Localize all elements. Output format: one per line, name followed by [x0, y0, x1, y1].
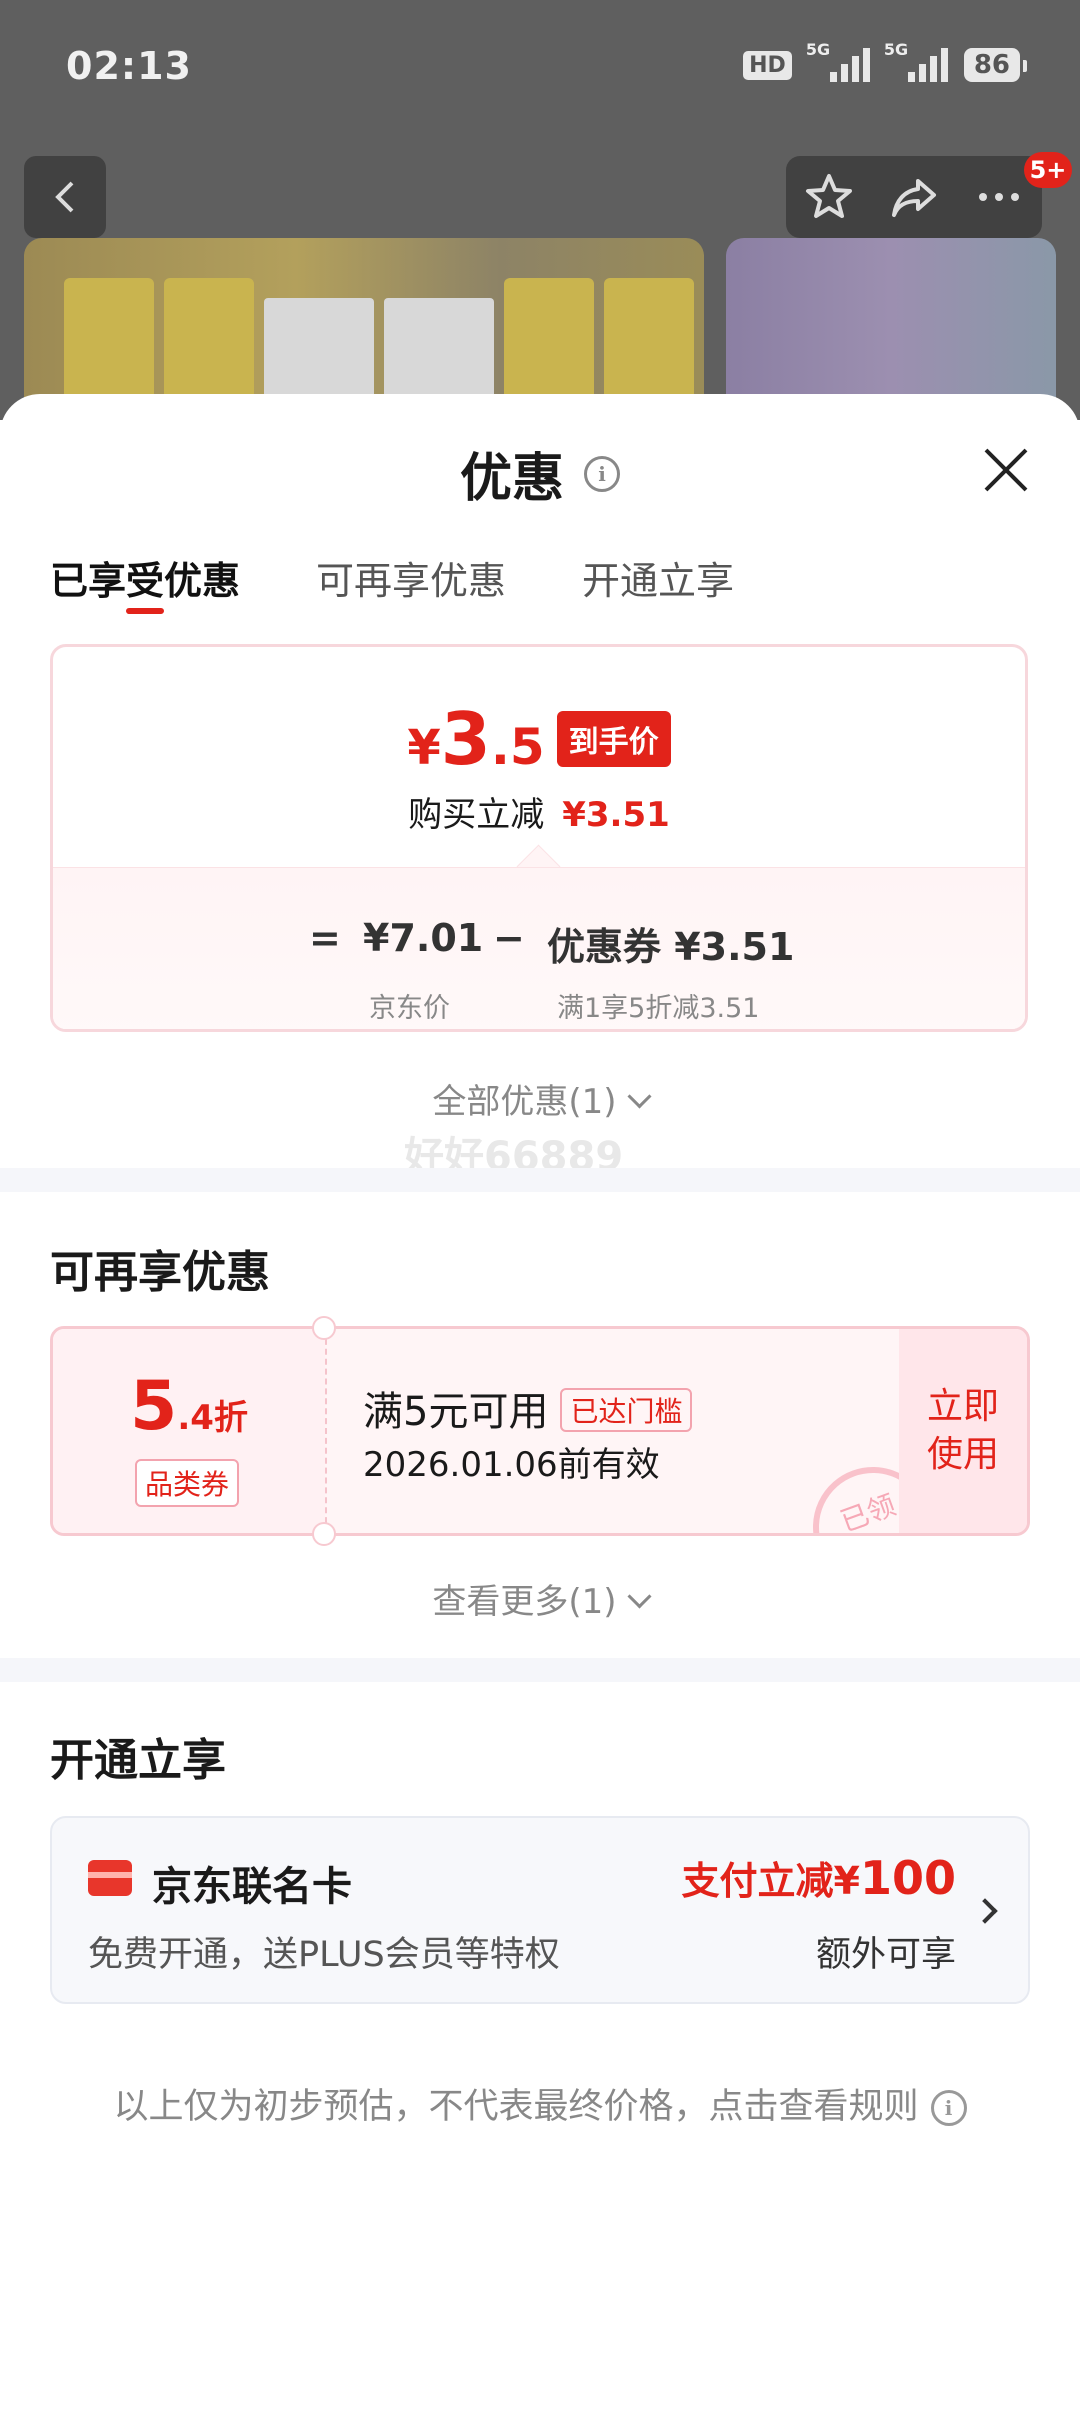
- share-icon[interactable]: [888, 171, 940, 223]
- open-offers-title: 开通立享: [50, 1735, 226, 1786]
- info-icon: i: [930, 2090, 967, 2126]
- signal-5g-icon: 5G: [884, 40, 948, 82]
- coupon-notch-top: [312, 1316, 336, 1340]
- hd-icon: HD: [743, 50, 792, 80]
- saving-label: 购买立减: [408, 795, 545, 835]
- see-more-label: 查看更多(1): [432, 1582, 617, 1622]
- star-icon[interactable]: [803, 171, 855, 223]
- signal-label: 5G: [883, 40, 909, 59]
- tab-more-offers[interactable]: 可再享优惠: [316, 550, 506, 605]
- signal-5g-icon: 5G: [806, 40, 870, 82]
- coupon-validity: 2026.01.06前有效: [363, 1445, 660, 1485]
- price-calculation: = ¥7.01 − 优惠券 ¥3.51 京东价 满1享5折减3.51: [53, 867, 1025, 1029]
- card-desc: 免费开通，送PLUS会员等特权: [88, 1935, 560, 1975]
- base-price: ¥7.01: [363, 916, 484, 960]
- active-tab-indicator: [126, 608, 164, 614]
- see-more-link[interactable]: 查看更多(1): [0, 1574, 1080, 1623]
- coupon-condition-text: 满5元可用: [363, 1389, 549, 1435]
- saving-value: ¥3.51: [562, 795, 670, 835]
- background-page: 02:13 HD 5G 5G 86 5+: [0, 0, 1080, 420]
- category-coupon[interactable]: 5.4折 品类券 满5元可用 已达门槛 2026.01.06前有效 已领 立即 使用: [50, 1326, 1030, 1536]
- coupon-deduction: 优惠券 ¥3.51: [547, 925, 795, 969]
- section-divider: [0, 1168, 1080, 1192]
- tab-open-enjoy[interactable]: 开通立享: [582, 550, 734, 605]
- top-actions: [786, 156, 1042, 238]
- tab-bar: 已享受优惠 可再享优惠 开通立享: [0, 504, 1080, 604]
- info-icon[interactable]: i: [584, 455, 620, 492]
- card-name: 京东联名卡: [152, 1864, 352, 1910]
- chevron-down-icon: [627, 1084, 652, 1109]
- coupon-deduction-label: 满1享5折减3.51: [557, 993, 760, 1024]
- section-divider: [0, 1658, 1080, 1682]
- saving-line: 购买立减 ¥3.51: [53, 787, 1025, 836]
- disclaimer-text: 以上仅为初步预估，不代表最终价格，点击查看规则: [113, 2087, 919, 2127]
- use-now-line1: 立即: [926, 1386, 999, 1427]
- chevron-down-icon: [627, 1584, 652, 1609]
- back-arrow-icon: [55, 181, 74, 213]
- threshold-met-badge: 已达门槛: [560, 1388, 693, 1432]
- disclaimer[interactable]: 以上仅为初步预估，不代表最终价格，点击查看规则 i: [0, 2078, 1080, 2129]
- status-bar: 02:13 HD 5G 5G 86: [0, 0, 1080, 140]
- tab-enjoyed[interactable]: 已享受优惠: [50, 550, 240, 605]
- close-icon[interactable]: [978, 442, 1034, 498]
- card-promo: 支付立减¥100: [682, 1850, 956, 1905]
- coupon-type-badge: 品类券: [135, 1459, 240, 1507]
- base-price-label: 京东价: [369, 993, 450, 1024]
- all-offers-link[interactable]: 全部优惠(1): [0, 1074, 1080, 1123]
- coupon-condition: 满5元可用 已达门槛: [363, 1379, 693, 1437]
- product-image-main: [24, 238, 704, 420]
- card-promo-amount: 100: [859, 1851, 956, 1905]
- coupon-notch-bottom: [312, 1522, 336, 1546]
- all-offers-label: 全部优惠(1): [432, 1082, 617, 1122]
- back-button[interactable]: [24, 156, 106, 238]
- final-price: ¥3.5 到手价: [53, 697, 1025, 781]
- currency-symbol: ¥: [407, 720, 441, 776]
- sheet-header: 优惠 i: [0, 394, 1080, 509]
- use-now-line2: 使用: [926, 1434, 999, 1475]
- final-price-tag: 到手价: [556, 711, 671, 767]
- equals-sign: =: [309, 916, 341, 960]
- message-badge: 5+: [1024, 152, 1072, 188]
- status-icons: HD 5G 5G 86: [743, 40, 1028, 82]
- minus-sign: −: [493, 916, 525, 960]
- card-promo-prefix: 支付立减¥: [681, 1859, 860, 1903]
- jd-co-brand-card-offer[interactable]: 京东联名卡 免费开通，送PLUS会员等特权 支付立减¥100 额外可享: [50, 1816, 1030, 2004]
- coupon-discount-big: 5: [130, 1367, 178, 1446]
- price-decimal: .5: [490, 718, 545, 776]
- status-time: 02:13: [66, 44, 192, 88]
- coupon-discount-small: .4折: [177, 1398, 248, 1438]
- signal-label: 5G: [805, 40, 831, 59]
- use-now-button[interactable]: 立即 使用: [899, 1329, 1027, 1533]
- battery-icon: 86: [963, 48, 1028, 82]
- card-icon: [88, 1860, 132, 1896]
- chevron-right-icon: [972, 1898, 998, 1924]
- more-dots-icon[interactable]: [973, 171, 1025, 223]
- coupon-discount: 5.4折: [53, 1367, 325, 1446]
- card-extra: 额外可享: [815, 1935, 956, 1975]
- sheet-title: 优惠: [459, 449, 564, 509]
- more-offers-title: 可再享优惠: [50, 1247, 270, 1298]
- price-integer: 3: [440, 697, 491, 781]
- product-image-secondary: [726, 238, 1056, 420]
- price-breakdown-card: ¥3.5 到手价 购买立减 ¥3.51 = ¥7.01 − 优惠券 ¥3.51 京东…: [50, 644, 1028, 1032]
